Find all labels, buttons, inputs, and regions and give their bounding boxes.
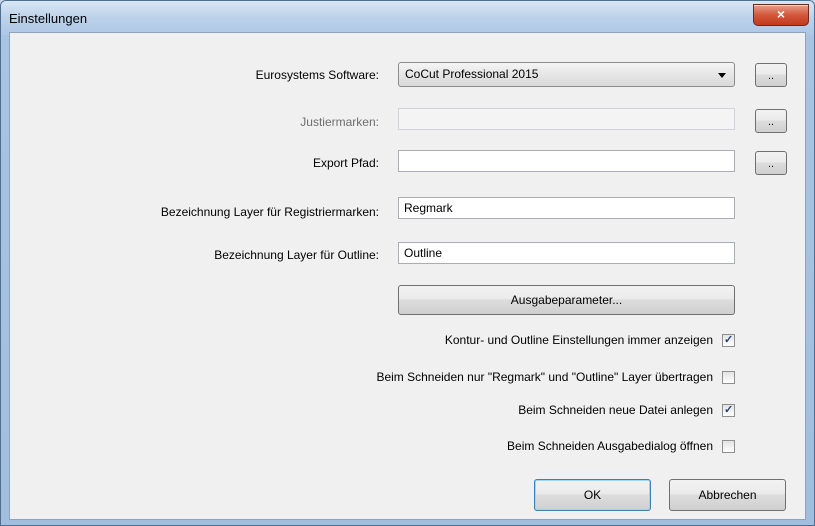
- marks-label: Justiermarken:: [300, 115, 379, 129]
- checkbox-label-open-output-dialog: Beim Schneiden Ausgabedialog öffnen: [507, 439, 713, 453]
- checkmark-icon: ✓: [724, 404, 734, 416]
- outline-layer-label: Bezeichnung Layer für Outline:: [214, 248, 379, 262]
- software-browse-button[interactable]: ..: [755, 63, 787, 87]
- checkbox-label-create-new-file: Beim Schneiden neue Datei anlegen: [518, 403, 713, 417]
- close-button[interactable]: ×: [753, 4, 809, 26]
- output-parameters-button[interactable]: Ausgabeparameter...: [398, 285, 735, 315]
- marks-browse-button[interactable]: ..: [755, 109, 787, 133]
- checkbox-transfer-only-layers[interactable]: [722, 371, 735, 384]
- export-path-browse-button[interactable]: ..: [755, 151, 787, 175]
- checkbox-open-output-dialog[interactable]: [722, 440, 735, 453]
- checkbox-always-show-settings[interactable]: ✓: [722, 334, 735, 347]
- regmark-layer-field[interactable]: Regmark: [398, 197, 735, 219]
- outline-layer-field[interactable]: Outline: [398, 242, 735, 264]
- software-select[interactable]: CoCut Professional 2015: [398, 62, 735, 87]
- regmark-layer-label: Bezeichnung Layer für Registriermarken:: [160, 205, 379, 219]
- checkbox-create-new-file[interactable]: ✓: [722, 404, 735, 417]
- export-path-label: Export Pfad:: [312, 156, 379, 170]
- close-icon: ×: [776, 6, 786, 22]
- checkbox-label-transfer-only-layers: Beim Schneiden nur "Regmark" und "Outlin…: [376, 370, 713, 384]
- software-select-value: CoCut Professional 2015: [405, 67, 539, 81]
- settings-dialog: Einstellungen × Eurosystems Software: Co…: [0, 0, 815, 526]
- chevron-down-icon: [718, 73, 726, 78]
- marks-field[interactable]: [398, 108, 735, 130]
- software-label: Eurosystems Software:: [255, 68, 379, 82]
- checkmark-icon: ✓: [724, 334, 734, 346]
- title-bar[interactable]: Einstellungen ×: [1, 1, 814, 35]
- cancel-button[interactable]: Abbrechen: [669, 479, 786, 511]
- dialog-content: Eurosystems Software: CoCut Professional…: [9, 32, 806, 520]
- export-path-field[interactable]: [398, 150, 735, 172]
- window-title: Einstellungen: [9, 11, 88, 26]
- checkbox-label-always-show-settings: Kontur- und Outline Einstellungen immer …: [444, 333, 713, 347]
- ok-button[interactable]: OK: [534, 479, 651, 511]
